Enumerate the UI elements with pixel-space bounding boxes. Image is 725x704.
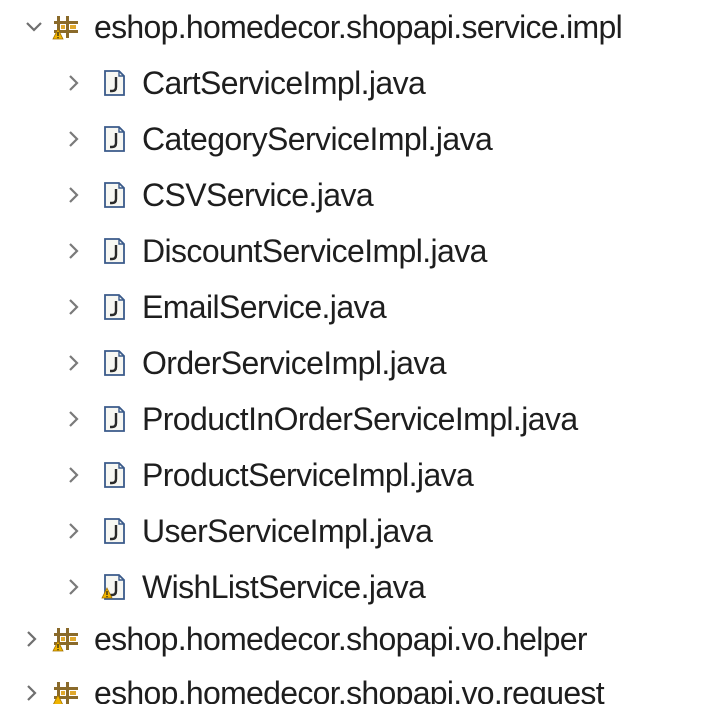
tree-row-file[interactable]: DiscountServiceImpl.java [62,226,487,276]
java-file-icon [100,237,128,265]
chevron-right-icon[interactable] [20,627,44,651]
chevron-right-icon[interactable] [62,127,86,151]
project-explorer-tree: eshop.homedecor.shopapi.service.impl Car… [0,0,725,704]
tree-row-file[interactable]: WishListService.java [62,562,426,612]
file-label: CategoryServiceImpl.java [142,121,493,157]
file-label: DiscountServiceImpl.java [142,233,487,269]
file-label: EmailService.java [142,289,387,325]
chevron-right-icon[interactable] [62,519,86,543]
tree-row-file[interactable]: EmailService.java [62,282,387,332]
tree-row-file[interactable]: OrderServiceImpl.java [62,338,447,388]
tree-row-package[interactable]: eshop.homedecor.shopapi.vo.helper [20,614,588,664]
file-label: CartServiceImpl.java [142,65,426,101]
file-label: ProductServiceImpl.java [142,457,474,493]
java-file-icon [100,69,128,97]
chevron-right-icon[interactable] [62,351,86,375]
tree-row-file[interactable]: ProductServiceImpl.java [62,450,474,500]
tree-row-file[interactable]: CategoryServiceImpl.java [62,114,493,164]
tree-row-package[interactable]: eshop.homedecor.shopapi.service.impl [22,2,623,52]
chevron-right-icon[interactable] [62,183,86,207]
package-icon [52,679,80,704]
package-icon [52,625,80,653]
package-label: eshop.homedecor.shopapi.vo.request [94,675,605,704]
java-file-icon [100,181,128,209]
chevron-right-icon[interactable] [62,407,86,431]
chevron-right-icon[interactable] [62,575,86,599]
package-label: eshop.homedecor.shopapi.service.impl [94,9,623,45]
chevron-right-icon[interactable] [62,295,86,319]
file-label: ProductInOrderServiceImpl.java [142,401,578,437]
java-file-icon [100,461,128,489]
java-file-icon [100,517,128,545]
package-label: eshop.homedecor.shopapi.vo.helper [94,621,588,657]
file-label: WishListService.java [142,569,426,605]
chevron-right-icon[interactable] [62,463,86,487]
file-label: CSVService.java [142,177,374,213]
java-file-icon [100,125,128,153]
tree-row-file[interactable]: ProductInOrderServiceImpl.java [62,394,578,444]
chevron-right-icon[interactable] [62,239,86,263]
java-file-icon [100,349,128,377]
file-label: OrderServiceImpl.java [142,345,447,381]
java-file-icon [100,293,128,321]
chevron-down-icon[interactable] [22,15,46,39]
package-icon [52,13,80,41]
file-label: UserServiceImpl.java [142,513,433,549]
tree-row-package[interactable]: eshop.homedecor.shopapi.vo.request [20,668,605,704]
tree-row-file[interactable]: CartServiceImpl.java [62,58,426,108]
tree-row-file[interactable]: CSVService.java [62,170,374,220]
chevron-right-icon[interactable] [62,71,86,95]
tree-row-file[interactable]: UserServiceImpl.java [62,506,433,556]
chevron-right-icon[interactable] [20,681,44,704]
java-file-warning-icon [100,573,128,601]
java-file-icon [100,405,128,433]
